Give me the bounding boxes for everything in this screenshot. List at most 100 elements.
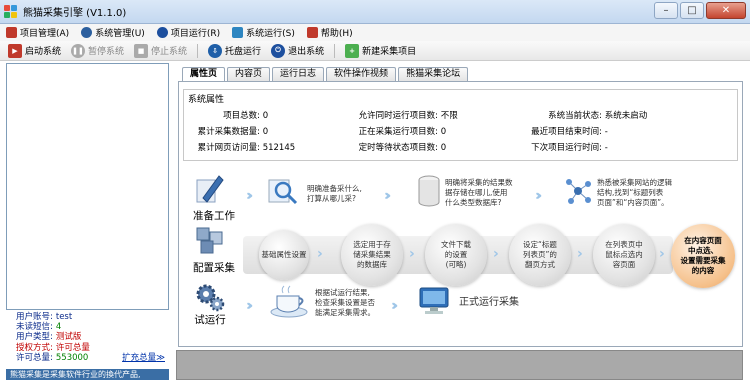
attr-max-concurrent: 允许同时运行项目数: 不限 [346,109,458,121]
attr-scheduled-waiting: 定时等待状态项目数: 0 [346,141,447,153]
tray-run-label: 托盘运行 [225,47,262,57]
arrow-icon: ››› [535,188,543,204]
stop-icon: ■ [134,43,149,58]
user-type-label: 用户类型: [16,332,53,343]
tab-forum[interactable]: 熊猫采集论坛 [398,67,469,81]
prepare-step2-text: 明确将采集的结果数 据存储在哪儿,使用 什么类型数据库? [445,178,513,207]
arrow-icon: ››› [246,188,254,204]
attr-value: 512145 [262,143,296,153]
database-icon [418,175,440,207]
orb-file-download: 文件下载 的设置 (可略) [425,224,487,286]
license-value: 553000 [55,352,89,363]
attr-value: - [604,127,608,137]
auth-value: 许可总量 [55,342,90,353]
tab-content[interactable]: 内容页 [227,67,271,81]
expand-license-link[interactable]: 扩充总量≫ [122,353,165,363]
account-label: 用户账号: [16,312,53,322]
tab-properties[interactable]: 属性页 [182,67,226,82]
attr-total-projects: 项目总数: 0 [186,109,268,121]
account-value: test [55,312,73,322]
project-tree-panel[interactable] [6,63,169,310]
menu-project[interactable]: 项目管理(A) [6,26,69,39]
gears-icon [196,284,225,312]
attr-value: - [604,143,608,153]
user-type-value: 测试版 [55,332,82,343]
new-project-button[interactable]: + 新建采集项目 [345,43,416,58]
tray-icon: ⇩ [208,43,223,58]
tab-video[interactable]: 软件操作视频 [326,67,397,81]
menu-system[interactable]: 系统管理(U) [81,26,145,39]
unread-label: 未读短信: [16,322,53,333]
menu-bar: 项目管理(A) 系统管理(U) 项目运行(R) 系统运行(S) 帮助(H) [0,24,750,41]
magnifier-icon [268,179,298,205]
system-attributes-box: 系统属性 项目总数: 0 允许同时运行项目数: 不限 系统当前状态: 系统未启动… [183,89,738,161]
double-chevron-icon: ≫ [156,353,165,363]
system-run-menu-icon [232,27,244,38]
attr-value: 0 [262,127,269,137]
menu-run-project[interactable]: 项目运行(R) [156,26,221,39]
attr-label: 累计网页访问量: [197,143,260,153]
attr-value: 0 [262,111,269,121]
arrow-icon: ››› [391,298,399,314]
molecule-icon [566,179,591,204]
stop-system-button[interactable]: ■ 停止系统 [134,43,188,58]
exit-system-button[interactable]: ⏻ 退出系统 [271,43,325,58]
coffee-cup-icon [270,285,308,318]
menu-help-label: 帮助(H) [320,29,353,39]
attr-value: 0 [440,127,447,137]
prepare-step1-text: 明确准备采什么, 打算从哪儿采? [307,184,362,203]
orb-select-content-page: 在列表页中 鼠标点选内 容页面 [593,224,655,286]
menu-system-run[interactable]: 系统运行(S) [232,26,295,39]
arrow-icon: ››› [246,298,254,314]
toolbar-separator [334,43,336,58]
arrow-icon: › [493,246,498,262]
attr-label: 定时等待状态项目数: [358,143,438,153]
start-icon: ▶ [8,43,22,58]
section-config-title: 配置采集 [193,262,235,274]
orb-select-content-fields: 在内容页面 中点选、 设置需要采集 的内容 [671,224,735,288]
tab-run-log[interactable]: 运行日志 [272,67,325,81]
menu-project-label: 项目管理(A) [20,29,70,39]
auth-label: 授权方式: [16,342,53,353]
start-system-label: 启动系统 [25,47,62,57]
system-menu-icon [81,27,93,38]
start-system-button[interactable]: ▶ 启动系统 [8,43,62,58]
close-button[interactable]: ✕ [706,2,746,19]
window-title: 熊猫采集引擎 (V1.1.0) [23,8,127,19]
stop-system-label: 停止系统 [151,47,188,57]
attr-next-run-time: 下次项目运行时间: - [520,141,608,153]
exit-system-label: 退出系统 [288,47,325,57]
minimize-button[interactable]: – [654,2,678,19]
pause-icon: ❚❚ [71,43,86,58]
cubes-icon [196,227,223,254]
new-document-icon: + [345,43,360,58]
user-info-panel: 用户账号: test 未读短信: 4 用户类型: 测试版 授权方式: 许可总量 许可总量… [6,311,169,369]
attr-label: 下次项目运行时间: [531,143,602,153]
run-project-menu-icon [156,27,168,38]
system-attributes-title: 系统属性 [188,95,225,105]
menu-run-project-label: 项目运行(R) [170,29,221,39]
attr-label: 累计采集数据量: [197,127,260,137]
pause-system-button[interactable]: ❚❚ 暂停系统 [71,43,125,58]
log-area [176,350,743,380]
attr-value: 系统未启动 [604,111,648,121]
attr-label: 系统当前状态: [548,111,602,121]
attr-value: 不限 [440,111,458,121]
menu-help[interactable]: 帮助(H) [306,26,353,39]
tray-run-button[interactable]: ⇩ 托盘运行 [208,43,262,58]
maximize-button[interactable]: □ [680,2,704,19]
attr-label: 允许同时运行项目数: [358,111,438,121]
pause-system-label: 暂停系统 [88,47,125,57]
toolbar-separator [197,43,199,58]
project-menu-icon [6,27,17,38]
workflow-diagram: 准备工作 ››› 明确准备采什么, 打算从哪儿采? ››› 明确将采集的结果数 … [179,166,742,346]
arrow-icon: ››› [384,188,392,204]
attr-value: 0 [440,143,447,153]
expand-license-label: 扩充总量 [122,353,157,363]
attr-running-projects: 正在采集运行项目数: 0 [346,125,447,137]
arrow-icon: › [577,246,582,262]
news-ticker: 熊猫采集是采集软件行业的換代产品, [6,369,169,380]
section-prepare-title: 准备工作 [193,210,235,222]
section-run-title: 试运行 [194,314,226,326]
attr-page-visits: 累计网页访问量: 512145 [186,141,296,153]
